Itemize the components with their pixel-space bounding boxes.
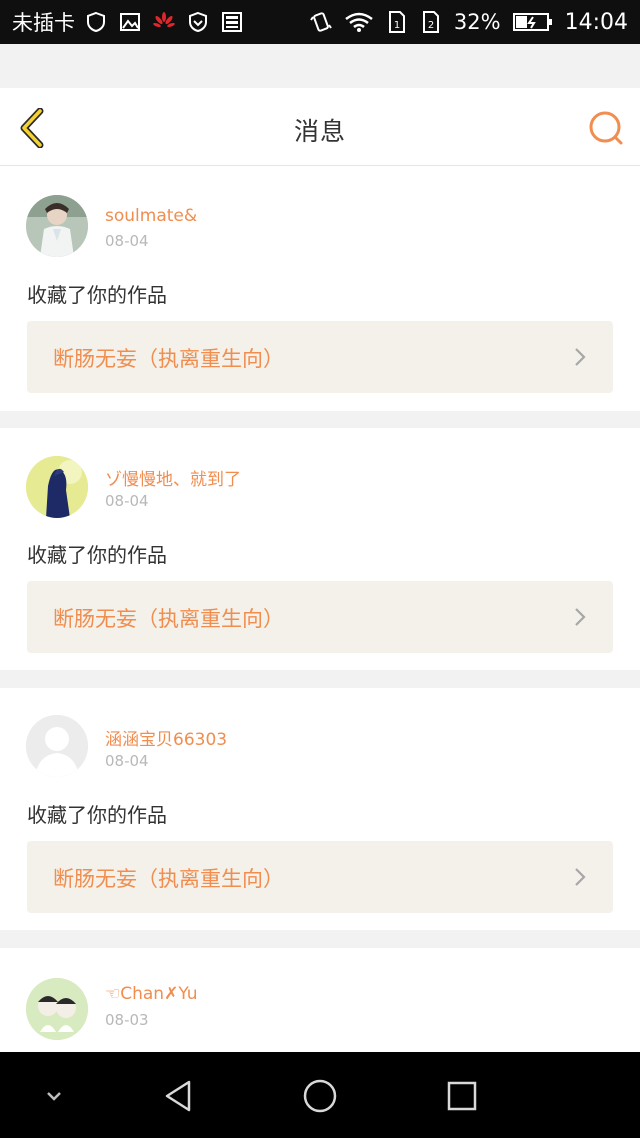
avatar[interactable]: [26, 978, 88, 1040]
chevron-down-icon: [47, 1092, 61, 1101]
work-link[interactable]: 断肠无妄（执离重生向）: [27, 581, 613, 653]
clock: 14:04: [564, 9, 628, 35]
action-text: 收藏了你的作品: [27, 283, 167, 307]
action-text: 收藏了你的作品: [27, 803, 167, 827]
username[interactable]: ☜Chan✗Yu: [105, 984, 198, 1004]
search-icon: [589, 111, 623, 145]
work-title: 断肠无妄（执离重生向）: [53, 607, 284, 631]
home-nav-button[interactable]: [302, 1078, 338, 1114]
triangle-back-icon: [165, 1080, 191, 1112]
work-link[interactable]: 断肠无妄（执离重生向）: [27, 841, 613, 913]
timestamp: 08-04: [105, 752, 149, 770]
shield-icon: [85, 11, 107, 33]
image-icon: [119, 11, 141, 33]
timestamp: 08-03: [105, 1011, 149, 1029]
message-card: ☜Chan✗Yu 08-03: [0, 948, 640, 1052]
page-title: 消息: [293, 117, 346, 146]
circle-home-icon: [303, 1079, 337, 1113]
chevron-right-icon: [575, 868, 586, 886]
top-spacer: [0, 44, 640, 88]
timestamp: 08-04: [105, 492, 149, 510]
work-link[interactable]: 断肠无妄（执离重生向）: [27, 321, 613, 393]
action-text: 收藏了你的作品: [27, 543, 167, 567]
app-header: 消息: [0, 88, 640, 166]
avatar[interactable]: [26, 715, 88, 777]
chevron-right-icon: [575, 608, 586, 626]
sim2-icon: 2: [420, 11, 442, 33]
svg-text:2: 2: [428, 20, 434, 31]
message-card: ゾ慢慢地、就到了 08-04 收藏了你的作品 断肠无妄（执离重生向）: [0, 428, 640, 670]
carrier-label: 未插卡: [12, 11, 75, 35]
work-title: 断肠无妄（执离重生向）: [53, 347, 284, 371]
message-card: soulmate& 08-04 收藏了你的作品 断肠无妄（执离重生向）: [0, 166, 640, 411]
status-bar: 未插卡 1 2 32% 14:04: [0, 0, 640, 44]
wifi-icon: [344, 11, 374, 33]
username[interactable]: ゾ慢慢地、就到了: [105, 465, 241, 490]
username[interactable]: soulmate&: [105, 206, 197, 226]
storage-icon: [221, 11, 243, 33]
security-icon: [187, 11, 209, 33]
svg-text:1: 1: [394, 20, 400, 31]
username[interactable]: 涵涵宝贝66303: [105, 725, 227, 750]
square-recents-icon: [447, 1081, 477, 1111]
work-title: 断肠无妄（执离重生向）: [53, 867, 284, 891]
chevron-right-icon: [575, 348, 586, 366]
message-card: 涵涵宝贝66303 08-04 收藏了你的作品 断肠无妄（执离重生向）: [0, 688, 640, 930]
avatar[interactable]: [26, 195, 88, 257]
vibrate-icon: [310, 11, 332, 33]
battery-percent: 32%: [453, 10, 501, 34]
navigation-bar: [0, 1052, 640, 1138]
sim1-icon: 1: [386, 11, 408, 33]
timestamp: 08-04: [105, 232, 149, 250]
huawei-logo-icon: [153, 11, 175, 33]
avatar[interactable]: [26, 456, 88, 518]
recents-nav-button[interactable]: [444, 1078, 480, 1114]
back-nav-button[interactable]: [160, 1078, 196, 1114]
battery-icon: [512, 11, 553, 33]
hide-nav-button[interactable]: [36, 1078, 72, 1114]
search-button[interactable]: [588, 110, 624, 146]
